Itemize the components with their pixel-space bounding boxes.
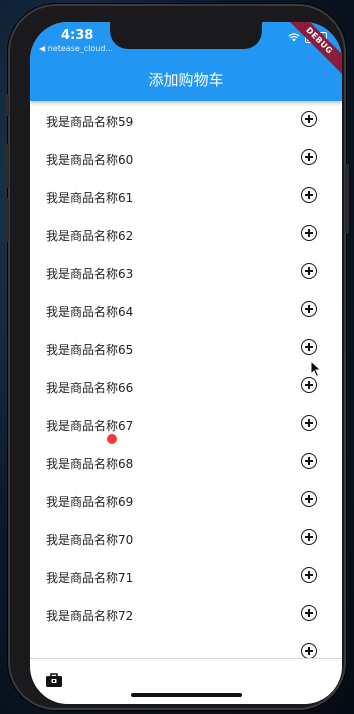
add-to-cart-icon[interactable]	[301, 377, 317, 393]
shopping-bag-icon[interactable]	[45, 672, 63, 688]
list-item[interactable]: 我是商品名称71	[30, 557, 342, 595]
product-name: 我是商品名称61	[46, 191, 134, 205]
list-item[interactable]: 我是商品名称59	[30, 101, 342, 139]
product-name: 我是商品名称68	[46, 457, 134, 471]
list-item[interactable]: 我是商品名称70	[30, 519, 342, 557]
product-name: 我是商品名称65	[46, 343, 134, 357]
product-name: 我是商品名称63	[46, 267, 134, 281]
volume-down-button	[5, 198, 9, 242]
add-to-cart-icon[interactable]	[301, 567, 317, 583]
product-name: 我是商品名称62	[46, 229, 134, 243]
list-item[interactable]: 我是商品名称69	[30, 481, 342, 519]
list-item[interactable]: 我是商品名称68	[30, 443, 342, 481]
product-name: 我是商品名称60	[46, 153, 134, 167]
list-item-partial	[30, 633, 342, 659]
add-to-cart-icon[interactable]	[301, 529, 317, 545]
add-to-cart-icon[interactable]	[301, 111, 317, 127]
add-to-cart-icon[interactable]	[301, 301, 317, 317]
add-to-cart-icon[interactable]	[301, 339, 317, 355]
list-item[interactable]: 我是商品名称72	[30, 595, 342, 633]
list-item[interactable]: 我是商品名称65	[30, 329, 342, 367]
bottom-bar	[30, 658, 342, 704]
volume-up-button	[5, 144, 9, 188]
list-item[interactable]: 我是商品名称66	[30, 367, 342, 405]
add-to-cart-icon[interactable]	[301, 263, 317, 279]
product-name: 我是商品名称67	[46, 419, 134, 433]
product-name: 我是商品名称59	[46, 115, 134, 129]
add-to-cart-icon[interactable]	[301, 491, 317, 507]
product-name: 我是商品名称69	[46, 495, 134, 509]
phone-screen: 4:38 ◀ netease_cloud... DEBUG 添加购物车 我是商品…	[30, 22, 342, 704]
back-to-app-link[interactable]: ◀ netease_cloud...	[39, 44, 113, 53]
list-item[interactable]: 我是商品名称64	[30, 291, 342, 329]
add-to-cart-icon[interactable]	[301, 149, 317, 165]
product-name: 我是商品名称71	[46, 571, 134, 585]
status-time: 4:38	[61, 28, 94, 43]
add-to-cart-icon[interactable]	[301, 605, 317, 621]
add-to-cart-icon[interactable]	[301, 225, 317, 241]
product-name: 我是商品名称72	[46, 609, 134, 623]
list-item[interactable]: 我是商品名称63	[30, 253, 342, 291]
product-name: 我是商品名称64	[46, 305, 134, 319]
app-bar: 4:38 ◀ netease_cloud... DEBUG 添加购物车	[30, 22, 342, 101]
home-indicator[interactable]	[131, 693, 242, 697]
product-name: 我是商品名称66	[46, 381, 134, 395]
status-bar: 4:38 ◀ netease_cloud... DEBUG	[30, 22, 342, 78]
power-button	[345, 164, 349, 234]
add-to-cart-icon[interactable]	[301, 187, 317, 203]
add-circle-icon[interactable]	[301, 643, 317, 659]
product-name: 我是商品名称70	[46, 533, 134, 547]
add-to-cart-icon[interactable]	[301, 415, 317, 431]
phone-frame: 4:38 ◀ netease_cloud... DEBUG 添加购物车 我是商品…	[5, 4, 349, 710]
page-title: 添加购物车	[148, 71, 224, 89]
touch-indicator	[107, 434, 117, 444]
list-item[interactable]: 我是商品名称60	[30, 139, 342, 177]
list-item[interactable]: 我是商品名称61	[30, 177, 342, 215]
mute-switch	[5, 94, 9, 116]
product-list[interactable]: 我是商品名称59 我是商品名称60 我是商品名称61 我是商品名称62 我是商品…	[30, 91, 342, 659]
list-item[interactable]: 我是商品名称62	[30, 215, 342, 253]
list-item[interactable]: 我是商品名称67	[30, 405, 342, 443]
wifi-icon	[288, 33, 300, 42]
mouse-cursor-icon	[310, 360, 322, 378]
add-to-cart-icon[interactable]	[301, 453, 317, 469]
notch	[110, 22, 262, 49]
